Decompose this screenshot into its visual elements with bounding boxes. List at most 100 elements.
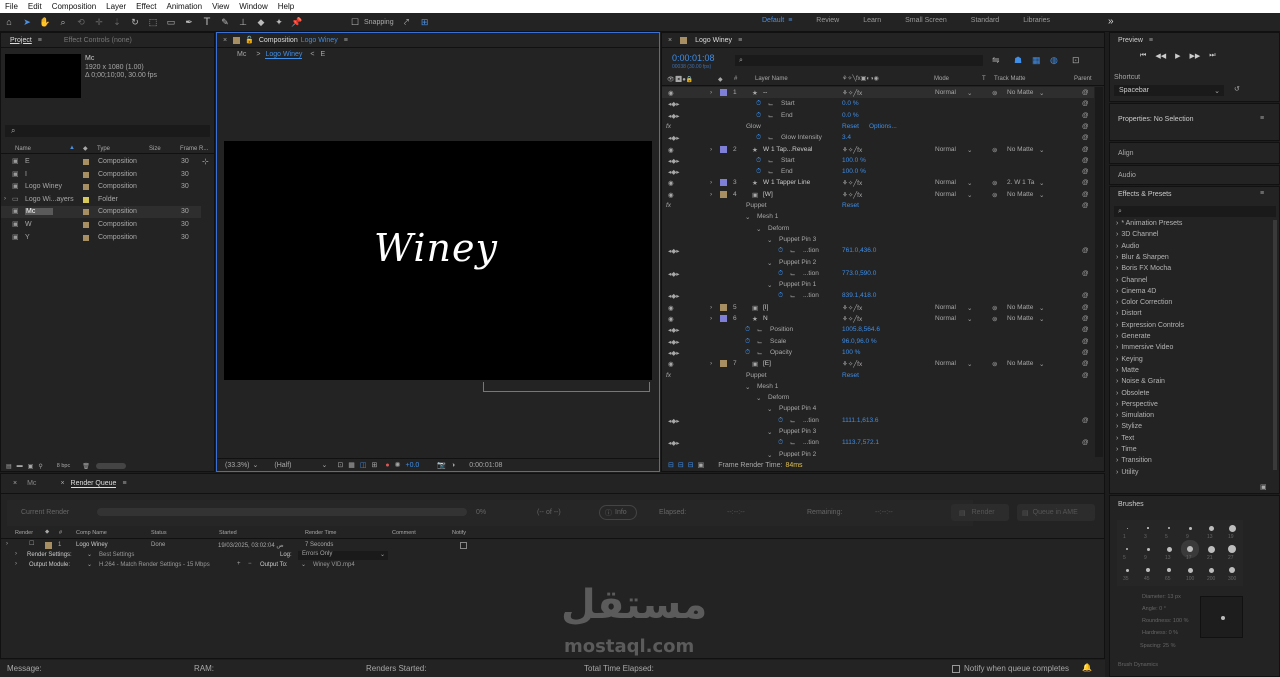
brush-dynamics-title[interactable]: Brush Dynamics <box>1118 662 1158 668</box>
column-notify[interactable]: Notify <box>452 530 466 536</box>
close-icon[interactable]: × <box>223 37 227 44</box>
expand-icon[interactable]: › <box>710 89 712 96</box>
brush-tip[interactable] <box>1228 545 1236 553</box>
breadcrumb-logo-winey[interactable]: Logo Winey <box>265 51 303 59</box>
column-mode[interactable]: Mode <box>934 76 949 82</box>
blend-mode-dropdown[interactable]: Normal <box>935 191 956 198</box>
current-time[interactable]: 0:00:01:08 <box>672 53 715 63</box>
track-matte-dropdown[interactable]: No Matte <box>1007 89 1033 96</box>
column-name[interactable]: Name <box>15 146 31 152</box>
parent-pickwhip-icon[interactable]: @ <box>1082 417 1089 424</box>
rectangle-tool-icon[interactable]: ▭ <box>164 15 178 29</box>
expand-icon[interactable]: › <box>710 315 712 322</box>
lock-icon[interactable]: 🔓 <box>245 36 254 44</box>
layer-switches-icon[interactable]: ⚘✧╱fx <box>842 179 862 187</box>
stopwatch-icon[interactable]: ⏱ <box>756 134 761 142</box>
property-row[interactable]: ◂◆▸ ⏱ ⌙ Position 1005.8,564.6 @ <box>662 324 1094 335</box>
track-matte-dropdown[interactable]: No Matte <box>1007 304 1033 311</box>
brush-hardness[interactable]: Hardness: 0 % <box>1142 630 1178 636</box>
zoom-tool-icon[interactable]: ⌕ <box>56 15 70 29</box>
interpret-footage-icon[interactable]: ▤ <box>6 463 12 470</box>
layer-label-color[interactable] <box>720 145 727 153</box>
close-icon[interactable]: × <box>668 37 672 44</box>
column-comment[interactable]: Comment <box>392 530 416 536</box>
effects-category[interactable]: › Blur & Sharpen <box>1110 254 1275 265</box>
trash-icon[interactable]: 🗑 <box>82 463 90 470</box>
track-matte-link-icon[interactable]: ⊚ <box>992 89 997 97</box>
align-title[interactable]: Align <box>1118 150 1134 157</box>
visibility-eye-icon[interactable]: ◉ <box>668 146 674 154</box>
parent-pickwhip-icon[interactable]: @ <box>1082 360 1089 367</box>
property-group-row[interactable]: ⌄ Puppet Pin 4 <box>662 403 1094 414</box>
log-dropdown[interactable]: Errors Only ⌄ <box>298 551 388 560</box>
stopwatch-icon[interactable]: ⏱ <box>756 157 761 165</box>
brush-roundness[interactable]: Roundness: 100 % <box>1142 618 1188 624</box>
brush-tip[interactable] <box>1207 545 1215 553</box>
track-matte-link-icon[interactable]: ⊚ <box>992 315 997 323</box>
parent-pickwhip-icon[interactable]: @ <box>1082 123 1089 130</box>
property-value[interactable]: 761.0,436.0 <box>842 247 876 254</box>
graph-icon[interactable]: ⌙ <box>757 338 762 346</box>
render-settings-value[interactable]: Best Settings <box>99 552 134 558</box>
timeline-layer-row[interactable]: ◉ › 5 ▣ [I] ⚘✧╱fx Normal ⌄ ⊚ No Matte ⌄ @ <box>662 302 1094 313</box>
keyframe-nav-icon[interactable]: ◂◆▸ <box>668 326 680 334</box>
roto-brush-icon[interactable]: ✦ <box>272 15 286 29</box>
parent-pickwhip-icon[interactable]: @ <box>1082 338 1089 345</box>
effects-category[interactable]: › Immersive Video <box>1110 344 1275 355</box>
column-status[interactable]: Status <box>151 530 167 536</box>
render-button[interactable]: ▤ Render <box>951 504 1009 521</box>
label-color[interactable] <box>83 159 89 165</box>
graph-icon[interactable]: ⌙ <box>790 417 795 425</box>
timeline-tab[interactable]: Logo Winey <box>695 37 732 44</box>
play-icon[interactable]: ▶ <box>1175 52 1180 60</box>
property-group-row[interactable]: ⌄ Puppet Pin 2 <box>662 449 1094 457</box>
brush-tip[interactable] <box>1126 548 1128 550</box>
notify-checkbox[interactable] <box>460 542 467 549</box>
layer-label-color[interactable] <box>720 360 727 368</box>
graph-icon[interactable]: ⌙ <box>790 270 795 278</box>
brush-tip[interactable] <box>1188 526 1192 530</box>
timeline-layer-row[interactable]: ◉ › 1 ★ -- ⚘✧╱fx Normal ⌄ ⊚ No Matte ⌄ @ <box>662 87 1094 98</box>
expand-icon[interactable]: › <box>15 551 17 557</box>
expand-icon[interactable]: ⌄ <box>767 428 772 436</box>
notify-queue-label[interactable]: Notify when queue completes <box>964 664 1069 673</box>
layer-name[interactable]: W 1 Tapper Line <box>763 179 810 186</box>
column-layer-name[interactable]: Layer Name <box>755 76 788 82</box>
effect-reset-button[interactable]: Reset <box>842 123 859 130</box>
render-checkbox-icon[interactable]: ☐ <box>29 540 34 547</box>
track-matte-dropdown[interactable]: No Matte <box>1007 146 1033 153</box>
effect-row[interactable]: fx Puppet Reset @ <box>662 370 1094 381</box>
last-frame-icon[interactable]: ⏭ <box>1209 52 1215 60</box>
motion-blur-icon[interactable]: ◍ <box>1050 55 1058 66</box>
fx-icon[interactable]: fx <box>666 123 671 130</box>
rotate-tool-icon[interactable]: ↻ <box>128 15 142 29</box>
parent-pickwhip-icon[interactable]: @ <box>1082 326 1089 333</box>
effects-search-input[interactable]: ⌕ <box>1114 206 1276 217</box>
effects-category[interactable]: › Perspective <box>1110 401 1275 412</box>
brush-tip[interactable] <box>1146 568 1150 572</box>
magnification-dropdown[interactable]: (33.3%) <box>225 462 250 469</box>
region-of-interest-icon[interactable]: ⊡ <box>337 461 343 469</box>
column-started[interactable]: Started <box>219 530 237 536</box>
keyframe-nav-icon[interactable]: ◂◆▸ <box>668 349 680 357</box>
stopwatch-icon[interactable]: ⏱ <box>745 326 750 334</box>
expand-icon[interactable]: › <box>710 146 712 153</box>
effects-category[interactable]: › Audio <box>1110 243 1275 254</box>
home-icon[interactable]: ⌂ <box>2 15 16 29</box>
brush-tip[interactable] <box>1147 527 1149 529</box>
chevron-down-icon[interactable]: ⌄ <box>87 551 92 558</box>
property-group-row[interactable]: ⌄ Puppet Pin 1 <box>662 279 1094 290</box>
project-item[interactable]: ▣ W Composition 30 <box>1 219 201 231</box>
property-row[interactable]: ◂◆▸ ⏱ ⌙ ...tion 839.1,418.0 @ <box>662 290 1094 301</box>
effect-options-button[interactable]: Options... <box>869 123 897 130</box>
expand-icon[interactable]: ⌄ <box>756 225 761 233</box>
color-management-icon[interactable]: ✺ <box>395 461 401 469</box>
column-track-matte[interactable]: Track Matte <box>994 76 1025 82</box>
layer-switches-icon[interactable]: ⊟ <box>668 461 674 469</box>
output-module-value[interactable]: H.264 - Match Render Settings - 15 Mbps <box>99 562 210 568</box>
snap-option-icon[interactable]: ⤤ <box>400 15 414 29</box>
brush-tip[interactable] <box>1208 525 1214 531</box>
effects-scrollbar[interactable] <box>1273 220 1277 470</box>
label-color[interactable] <box>83 222 89 228</box>
brush-tip[interactable] <box>1166 546 1172 552</box>
